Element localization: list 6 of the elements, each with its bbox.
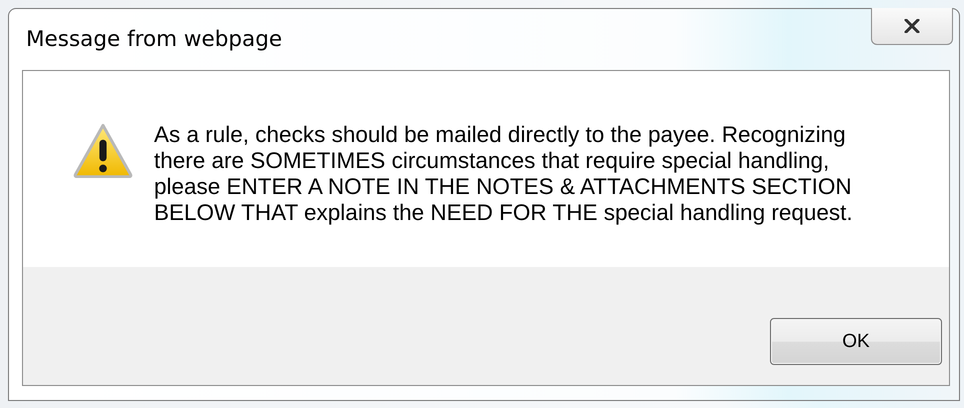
close-button[interactable]	[871, 8, 953, 45]
warning-icon	[73, 123, 133, 178]
window-title: Message from webpage	[26, 27, 282, 52]
ok-button[interactable]: OK	[770, 318, 942, 365]
message-text: As a rule, checks should be mailed directly to the payee. Recognizing there are SOMETIMES circumstances that require special handling, please ENTER A NOTE IN THE NOTES & ATTACHMENTS SECTION BELOW THAT explains the NEED FOR THE special handling request.	[154, 122, 853, 226]
close-icon	[904, 19, 920, 33]
